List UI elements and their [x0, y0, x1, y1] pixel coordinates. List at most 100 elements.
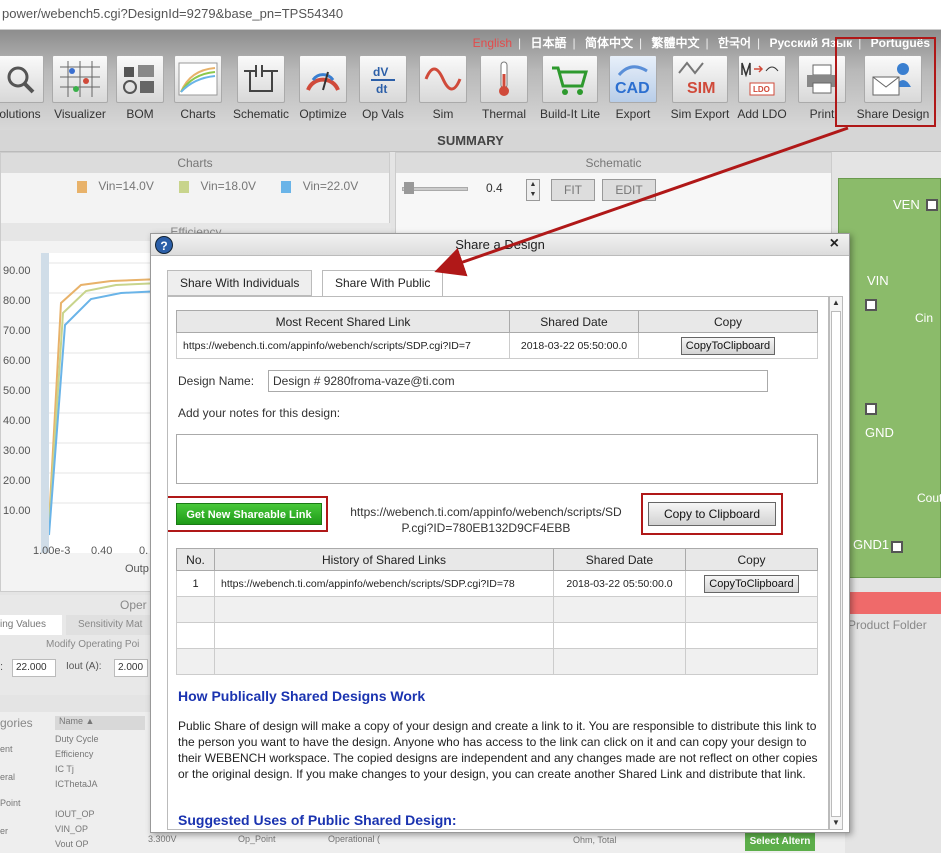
red-strip — [846, 592, 941, 614]
svg-text:dV: dV — [373, 65, 388, 79]
legend-label: Vin=18.0V — [200, 179, 257, 193]
table-row[interactable]: VIN_OP — [55, 822, 145, 837]
ldo-icon: LDO — [741, 62, 779, 96]
toolbar-sim-export[interactable]: SIM Sim Export — [666, 55, 734, 127]
toolbar-visualizer[interactable]: Visualizer — [50, 55, 110, 127]
toolbar-export[interactable]: CAD Export — [606, 55, 660, 127]
tab-operating-values[interactable]: ing Values — [0, 615, 62, 635]
toolbar-label: Sim — [432, 107, 454, 121]
new-share-link[interactable]: https://webench.ti.com/appinfo/webench/s… — [336, 504, 636, 536]
y-tick: 30.00 — [3, 445, 31, 457]
scroll-thumb[interactable] — [831, 311, 841, 817]
iout-input[interactable]: 2.000 — [114, 659, 148, 677]
category-item[interactable]: er — [0, 826, 8, 836]
pcb-label: Cin — [915, 311, 934, 325]
recent-link-value[interactable]: https://webench.ti.com/appinfo/webench/s… — [176, 332, 510, 359]
x-tick: 0.40 — [91, 545, 113, 557]
lang-simplified-chinese[interactable]: 简体中文 — [585, 36, 633, 50]
help-icon[interactable]: ? — [155, 236, 173, 254]
magnifier-icon — [7, 66, 35, 94]
toolbar-bom[interactable]: BOM — [114, 55, 166, 127]
fit-button[interactable]: FIT — [551, 179, 595, 201]
copy-to-clipboard-button[interactable]: Copy to Clipboard — [648, 502, 776, 526]
zoom-slider-handle[interactable] — [404, 182, 414, 194]
svg-text:LDO: LDO — [753, 85, 770, 94]
toolbar-add-ldo[interactable]: LDO Add LDO — [734, 55, 790, 127]
pcb-pad — [865, 299, 877, 311]
y-tick: 80.00 — [3, 295, 31, 307]
tab-share-individuals[interactable]: Share With Individuals — [167, 270, 313, 296]
close-icon[interactable]: × — [830, 235, 839, 253]
vin-input[interactable]: 22.000 — [12, 659, 56, 677]
history-copy-header: Copy — [685, 548, 818, 571]
table-row[interactable]: Duty Cycle — [55, 732, 145, 747]
toolbar-solutions[interactable]: olutions — [0, 55, 48, 127]
table-row[interactable]: Vout OP — [55, 837, 145, 852]
design-name-label: Design Name: — [178, 374, 255, 388]
zoom-stepper[interactable]: ▲ ▼ — [526, 179, 540, 201]
category-item[interactable]: eral — [0, 772, 15, 782]
table-row[interactable]: IOUT_OP — [55, 807, 145, 822]
dialog-scrollbar[interactable]: ▲ ▼ — [829, 296, 843, 830]
scroll-down-icon[interactable]: ▼ — [830, 817, 842, 829]
edit-button[interactable]: EDIT — [602, 179, 656, 201]
x-tick: 0. — [139, 545, 149, 557]
recent-copy-button[interactable]: CopyToClipboard — [680, 336, 776, 355]
toolbar-op-vals[interactable]: dV dt Op Vals — [356, 55, 410, 127]
category-item[interactable]: Point — [0, 798, 21, 808]
product-folder-link[interactable]: Product Folder — [848, 618, 927, 632]
name-column-header[interactable]: Name ▲ — [55, 716, 145, 730]
history-no: 1 — [176, 570, 215, 597]
sim-icon: SIM — [678, 61, 715, 97]
toolbar-thermal[interactable]: Thermal — [476, 55, 532, 127]
y-tick: 50.00 — [3, 385, 31, 397]
history-link[interactable]: https://webench.ti.com/appinfo/webench/s… — [214, 570, 554, 597]
table-row — [176, 596, 818, 623]
toolbar-label: Optimize — [299, 107, 347, 121]
dialog-title: Share a Design — [151, 234, 849, 256]
select-alternate-button[interactable]: Select Altern — [745, 833, 815, 851]
toolbar-schematic[interactable]: Schematic — [228, 55, 294, 127]
lang-english[interactable]: English — [473, 36, 512, 50]
toolbar-charts[interactable]: Charts — [170, 55, 226, 127]
legend-label: Vin=22.0V — [302, 179, 359, 193]
vout-description: Operational ( — [328, 834, 381, 844]
summary-title: SUMMARY — [0, 130, 941, 152]
toolbar-optimize[interactable]: Optimize — [294, 55, 352, 127]
design-name-input[interactable]: Design # 9280froma-vaze@ti.com — [268, 370, 768, 392]
table-row[interactable]: Efficiency — [55, 747, 145, 762]
category-item[interactable]: ent — [0, 744, 13, 754]
table-row[interactable]: IC Tj — [55, 762, 145, 777]
op-panel-title: Oper — [120, 598, 147, 612]
share-design-dialog: Share a Design ? × Share With Individual… — [150, 233, 850, 833]
lang-korean[interactable]: 한국어 — [718, 36, 751, 50]
thermometer-icon — [499, 61, 509, 96]
toolbar-build-it-lite[interactable]: Build-It Lite — [534, 55, 606, 127]
lang-traditional-chinese[interactable]: 繁體中文 — [651, 36, 699, 50]
toolbar-sim[interactable]: Sim — [416, 55, 470, 127]
notes-textarea[interactable] — [176, 434, 818, 484]
new-link-line2: P.cgi?ID=780EB132D9CF4EBB — [401, 521, 571, 535]
tab-share-public[interactable]: Share With Public — [322, 270, 444, 297]
get-new-link-button[interactable]: Get New Shareable Link — [176, 503, 322, 525]
history-copy-button[interactable]: CopyToClipboard — [704, 574, 799, 593]
table-row — [176, 648, 818, 675]
share-design-highlight — [835, 37, 936, 127]
chart-legend: Vin=14.0V Vin=18.0V Vin=22.0V — [77, 179, 358, 193]
suggested-uses-heading: Suggested Uses of Public Shared Design: — [178, 812, 457, 828]
toolbar-label: Export — [615, 107, 651, 121]
charts-panel-title: Charts — [1, 153, 389, 173]
recent-link-table: Most Recent Shared Link Shared Date Copy… — [176, 310, 818, 359]
pcb-label: VIN — [867, 273, 889, 288]
toolbar-label: Build-It Lite — [539, 107, 601, 121]
cart-icon — [552, 66, 588, 95]
tab-sensitivity-matrix[interactable]: Sensitivity Mat — [66, 615, 156, 635]
table-row[interactable]: ICThetaJA — [55, 777, 145, 792]
url-bar[interactable]: power/webench5.cgi?DesignId=9279&base_pn… — [0, 0, 941, 30]
svg-text:SIM: SIM — [687, 80, 715, 97]
y-tick: 10.00 — [3, 505, 31, 517]
visualizer-grid-icon — [60, 61, 100, 97]
scroll-up-icon[interactable]: ▲ — [830, 297, 842, 309]
lang-japanese[interactable]: 日本語 — [530, 36, 566, 50]
y-tick: 40.00 — [3, 415, 31, 427]
